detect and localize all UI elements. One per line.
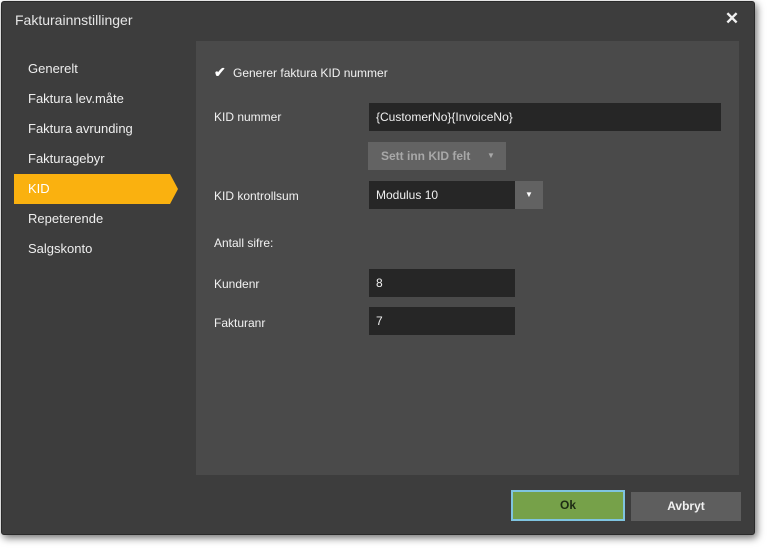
chevron-down-icon[interactable]: ▼ [515, 181, 543, 209]
kid-checksum-label: KID kontrollsum [214, 189, 299, 203]
close-icon[interactable]: ✕ [724, 10, 740, 28]
titlebar: Fakturainnstillinger ✕ [2, 2, 754, 40]
cancel-button[interactable]: Avbryt [631, 492, 741, 521]
sidebar-item-label: Faktura avrunding [28, 121, 133, 136]
sidebar-item-generelt[interactable]: Generelt [14, 54, 184, 84]
sidebar-item-label: Fakturagebyr [28, 151, 105, 166]
sidebar-item-kid[interactable]: KID [14, 174, 178, 204]
settings-sidebar: Generelt Faktura lev.måte Faktura avrund… [14, 54, 184, 264]
chevron-down-icon: ▼ [487, 151, 495, 160]
generate-kid-checkbox[interactable]: ✔ [214, 63, 228, 81]
sidebar-item-label: Faktura lev.måte [28, 91, 124, 106]
invoice-settings-dialog: Fakturainnstillinger ✕ Generelt Faktura … [1, 1, 755, 535]
customer-number-input[interactable]: 8 [369, 269, 515, 297]
generate-kid-row: ✔ Generer faktura KID nummer [214, 63, 388, 81]
digits-heading: Antall sifre: [214, 236, 274, 250]
insert-kid-field-button[interactable]: Sett inn KID felt ▼ [368, 142, 506, 170]
insert-kid-field-label: Sett inn KID felt [381, 149, 471, 163]
kid-checksum-select[interactable]: Modulus 10 [369, 181, 515, 209]
sidebar-item-label: Repeterende [28, 211, 104, 226]
sidebar-item-faktura-lev-mate[interactable]: Faktura lev.måte [14, 84, 184, 114]
sidebar-item-repeterende[interactable]: Repeterende [14, 204, 184, 234]
sidebar-item-faktura-avrunding[interactable]: Faktura avrunding [14, 114, 184, 144]
kid-number-input[interactable]: {CustomerNo}{InvoiceNo} [369, 103, 721, 131]
kid-settings-panel: ✔ Generer faktura KID nummer KID nummer {… [196, 41, 739, 475]
sidebar-item-label: Generelt [28, 61, 78, 76]
ok-button[interactable]: Ok [511, 490, 625, 521]
customer-number-label: Kundenr [214, 277, 260, 291]
sidebar-item-fakturagebyr[interactable]: Fakturagebyr [14, 144, 184, 174]
invoice-number-label: Fakturanr [214, 316, 266, 330]
kid-number-label: KID nummer [214, 110, 282, 124]
sidebar-item-salgskonto[interactable]: Salgskonto [14, 234, 184, 264]
dialog-title: Fakturainnstillinger [15, 12, 133, 28]
sidebar-item-label: KID [28, 181, 50, 196]
generate-kid-label: Generer faktura KID nummer [233, 66, 388, 80]
sidebar-item-label: Salgskonto [28, 241, 93, 256]
invoice-number-input[interactable]: 7 [369, 307, 515, 335]
